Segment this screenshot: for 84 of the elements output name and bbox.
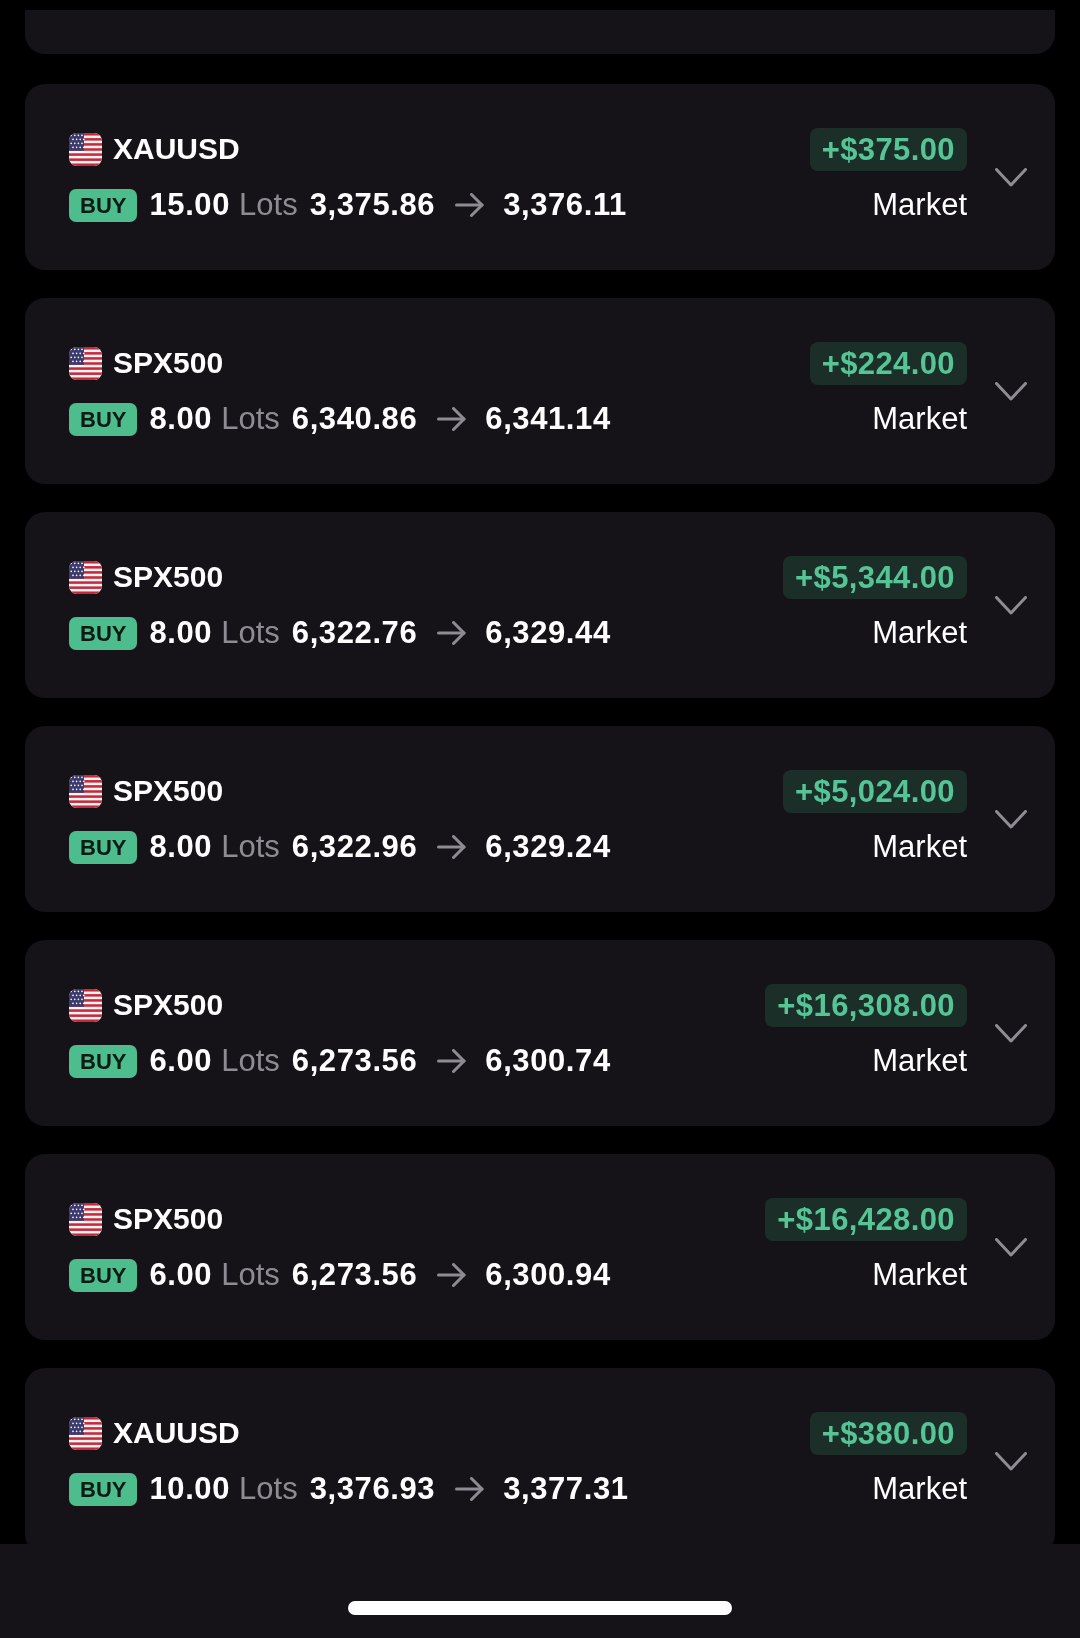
chevron-icon[interactable] [995,595,1027,615]
open-price: 6,322.76 [291,615,418,651]
symbol-name: SPX500 [113,987,224,1023]
position-card[interactable]: XAUUSD BUY 15.00 Lots 3,375.86 3,376.11 +$375.00 Market [25,84,1055,270]
lot-unit: Lots [239,1471,298,1507]
flag-icon [69,1416,102,1450]
side-badge: BUY [69,1258,138,1292]
order-type: Market [872,1043,967,1079]
lot-unit: Lots [221,615,280,651]
chevron-icon[interactable] [995,809,1027,829]
current-price: 6,300.94 [485,1257,611,1293]
lot-size: 6.00 [149,1257,213,1293]
arrow-right-icon [437,1049,467,1073]
flag-icon [69,346,102,380]
arrow-right-icon [437,407,467,431]
profit-badge: +$5,024.00 [783,769,967,813]
order-type: Market [872,829,967,865]
side-badge: BUY [69,616,138,650]
lot-size: 8.00 [149,401,213,437]
open-price: 6,273.56 [291,1257,418,1293]
arrow-right-icon [455,193,485,217]
current-price: 6,329.44 [485,615,611,651]
lot-unit: Lots [221,829,280,865]
open-price: 3,375.86 [309,187,436,223]
profit-badge: +$224.00 [809,341,967,385]
open-price: 6,340.86 [291,401,418,437]
arrow-right-icon [437,1263,467,1287]
side-badge: BUY [69,188,138,222]
symbol-name: SPX500 [113,773,224,809]
lot-unit: Lots [239,187,298,223]
current-price: 6,341.14 [485,401,611,437]
order-type: Market [872,1257,967,1293]
position-card[interactable]: XAUUSD BUY 10.00 Lots 3,376.93 3,377.31 +$380.00 Market [25,1368,1055,1544]
open-price: 6,322.96 [291,829,418,865]
profit-badge: +$16,308.00 [765,983,967,1027]
chevron-icon[interactable] [995,1237,1027,1257]
open-price: 6,273.56 [291,1043,418,1079]
symbol-name: XAUUSD [113,1415,240,1451]
lot-size: 15.00 [149,187,231,223]
current-price: 3,376.11 [503,187,627,223]
profit-badge: +$5,344.00 [783,555,967,599]
position-card[interactable]: SPX500 BUY 8.00 Lots 6,322.96 6,329.24 +$5,024.00 Market [25,726,1055,912]
symbol-name: SPX500 [113,559,224,595]
flag-icon [69,988,102,1022]
profit-badge: +$380.00 [809,1411,967,1455]
arrow-right-icon [437,621,467,645]
symbol-name: SPX500 [113,345,224,381]
lot-unit: Lots [221,1257,280,1293]
flag-icon [69,560,102,594]
position-card[interactable]: SPX500 BUY 6.00 Lots 6,273.56 6,300.94 +$16,428.00 Market [25,1154,1055,1340]
lot-size: 10.00 [149,1471,231,1507]
order-type: Market [872,187,967,223]
open-price: 3,376.93 [309,1471,436,1507]
side-badge: BUY [69,830,138,864]
side-badge: BUY [69,402,138,436]
symbol-name: XAUUSD [113,131,240,167]
lot-unit: Lots [221,1043,280,1079]
chevron-icon[interactable] [995,167,1027,187]
lot-size: 6.00 [149,1043,213,1079]
arrow-right-icon [455,1477,485,1501]
order-type: Market [872,1471,967,1507]
flag-icon [69,774,102,808]
lot-size: 8.00 [149,615,213,651]
position-card[interactable]: SPX500 BUY 6.00 Lots 6,273.56 6,300.74 +$16,308.00 Market [25,940,1055,1126]
order-type: Market [872,401,967,437]
side-badge: BUY [69,1044,138,1078]
lot-size: 8.00 [149,829,213,865]
profit-badge: +$375.00 [809,127,967,171]
flag-icon [69,1202,102,1236]
profit-badge: +$16,428.00 [765,1197,967,1241]
lot-unit: Lots [221,401,280,437]
position-card[interactable]: SPX500 BUY 8.00 Lots 6,322.76 6,329.44 +$5,344.00 Market [25,512,1055,698]
current-price: 6,329.24 [485,829,611,865]
chevron-icon[interactable] [995,381,1027,401]
chevron-icon[interactable] [995,1451,1027,1471]
order-type: Market [872,615,967,651]
symbol-name: SPX500 [113,1201,224,1237]
current-price: 3,377.31 [503,1471,629,1507]
arrow-right-icon [437,835,467,859]
side-badge: BUY [69,1472,138,1506]
flag-icon [69,132,102,166]
chevron-icon[interactable] [995,1023,1027,1043]
current-price: 6,300.74 [485,1043,611,1079]
position-card[interactable]: SPX500 BUY 8.00 Lots 6,340.86 6,341.14 +$224.00 Market [25,298,1055,484]
